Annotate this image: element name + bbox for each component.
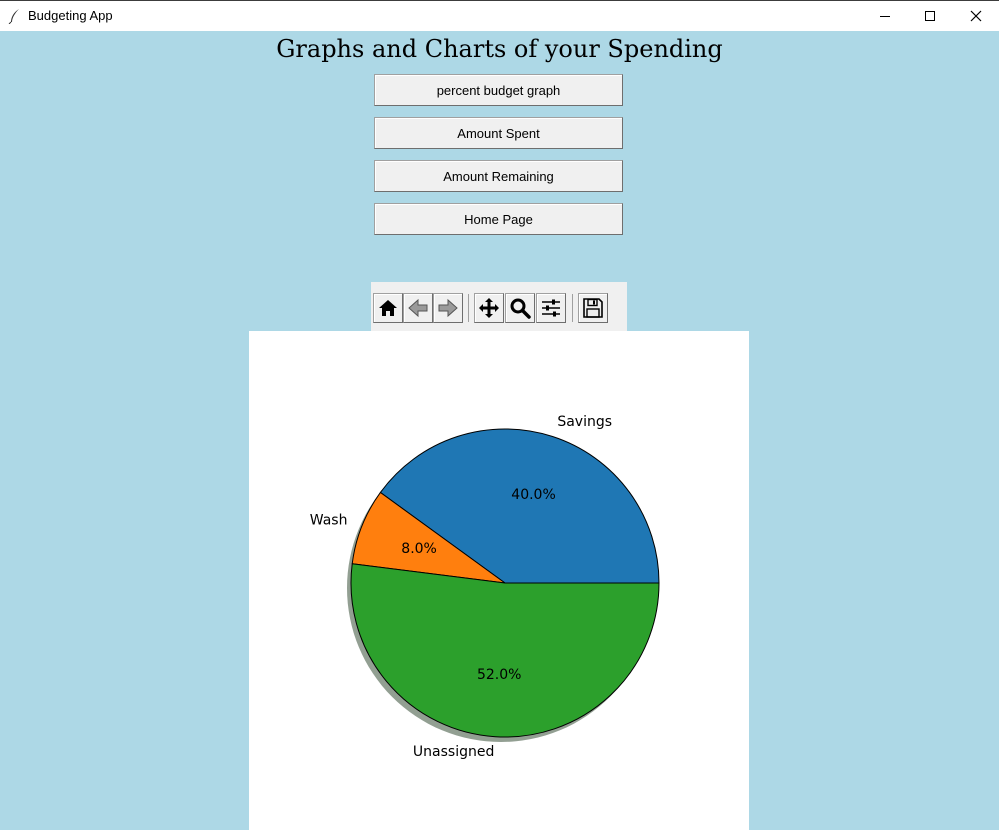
zoom-magnifier-icon xyxy=(510,298,531,319)
pie-percent-unassigned: 52.0% xyxy=(477,667,521,683)
home-page-button[interactable]: Home Page xyxy=(374,203,623,235)
pie-label-savings: Savings xyxy=(557,414,612,430)
chart-canvas: Savings 40.0% Wash 8.0% Unassigned 52.0% xyxy=(249,331,749,830)
plot-toolbar xyxy=(371,282,627,331)
home-icon xyxy=(379,300,397,316)
percent-budget-graph-button[interactable]: percent budget graph xyxy=(374,74,623,106)
toolbar-forward-button[interactable] xyxy=(433,293,463,323)
minimize-icon xyxy=(880,16,890,17)
maximize-button[interactable] xyxy=(907,1,953,31)
toolbar-separator xyxy=(468,294,469,322)
pie-percent-savings: 40.0% xyxy=(511,487,555,503)
amount-remaining-button[interactable]: Amount Remaining xyxy=(374,160,623,192)
minimize-button[interactable] xyxy=(862,1,908,31)
pie-slice-unassigned xyxy=(350,563,660,738)
save-floppy-icon xyxy=(583,298,603,318)
forward-arrow-icon xyxy=(438,298,458,318)
pie-label-wash: Wash xyxy=(310,513,348,529)
close-icon xyxy=(970,10,982,22)
toolbar-back-button[interactable] xyxy=(403,293,433,323)
close-button[interactable] xyxy=(953,1,999,31)
pie-slices xyxy=(350,428,660,738)
page-title: Graphs and Charts of your Spending xyxy=(276,35,723,63)
pan-move-icon xyxy=(479,298,499,318)
configure-subplots-icon xyxy=(542,299,560,317)
toolbar-save-button[interactable] xyxy=(578,293,608,323)
toolbar-pan-button[interactable] xyxy=(474,293,504,323)
toolbar-home-button[interactable] xyxy=(373,293,403,323)
maximize-icon xyxy=(925,11,935,21)
feather-icon xyxy=(8,9,19,24)
amount-spent-button[interactable]: Amount Spent xyxy=(374,117,623,149)
pie-percent-wash: 8.0% xyxy=(401,541,437,557)
pie-chart: Savings 40.0% Wash 8.0% Unassigned 52.0% xyxy=(310,414,660,760)
toolbar-separator xyxy=(572,294,573,322)
toolbar-zoom-button[interactable] xyxy=(505,293,535,323)
window-title: Budgeting App xyxy=(28,8,113,23)
back-arrow-icon xyxy=(408,298,428,318)
window-titlebar: Budgeting App xyxy=(0,0,999,31)
pie-label-unassigned: Unassigned xyxy=(413,744,494,760)
toolbar-configure-button[interactable] xyxy=(536,293,566,323)
